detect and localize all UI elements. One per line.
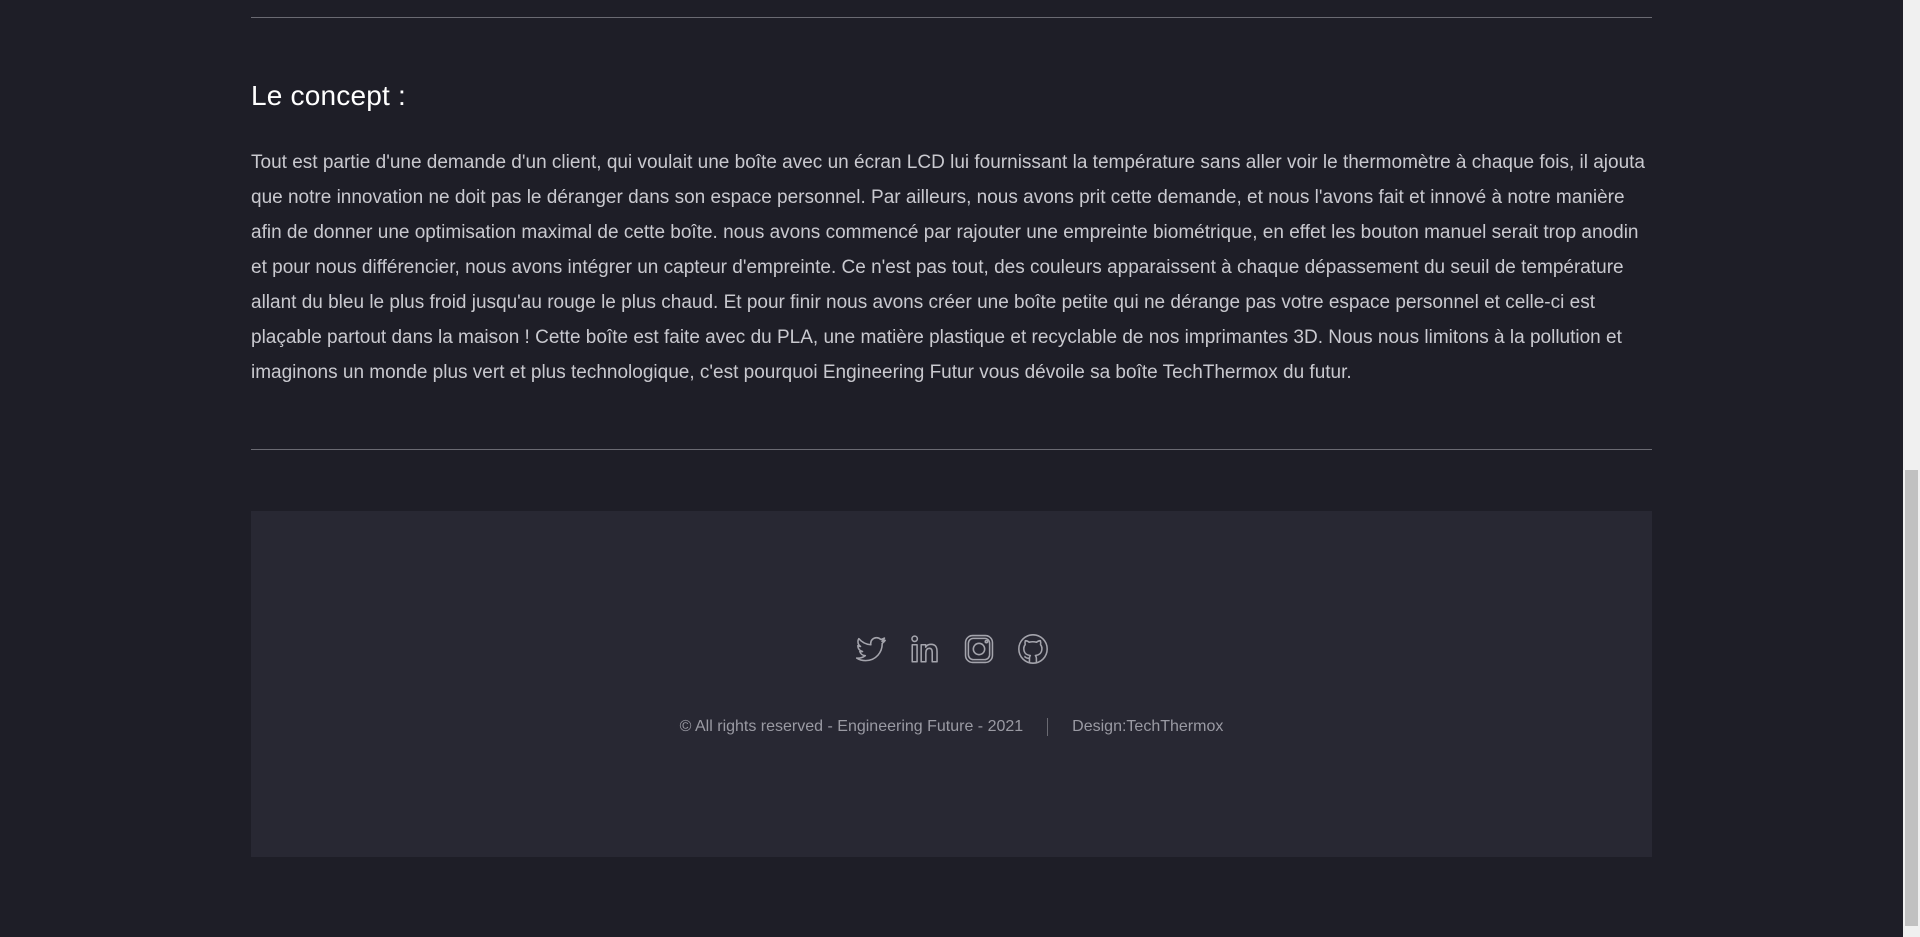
scrollbar-thumb[interactable] — [1905, 470, 1918, 926]
linkedin-link[interactable] — [907, 631, 943, 667]
vertical-scrollbar[interactable] — [1903, 0, 1920, 937]
bottom-divider — [251, 449, 1652, 450]
concept-paragraph: Tout est partie d'une demande d'un clien… — [251, 152, 1645, 383]
copyright-text: © All rights reserved - Engineering Futu… — [679, 718, 1024, 735]
footer: © All rights reserved - Engineering Futu… — [251, 511, 1652, 857]
credits-divider — [1047, 718, 1049, 736]
twitter-icon — [855, 636, 886, 662]
page: Le concept : Tout est partie d'une deman… — [0, 0, 1920, 937]
linkedin-icon — [910, 635, 938, 663]
concept-heading: Le concept : — [251, 80, 406, 111]
github-icon — [1017, 634, 1048, 664]
footer-credits: © All rights reserved - Engineering Futu… — [251, 718, 1652, 736]
top-divider — [251, 17, 1652, 18]
design-credit-link[interactable]: Design:TechThermox — [1072, 718, 1223, 736]
github-link[interactable] — [1015, 631, 1051, 667]
twitter-link[interactable] — [853, 631, 889, 667]
instagram-icon — [964, 634, 993, 664]
social-links — [251, 631, 1652, 667]
instagram-link[interactable] — [961, 631, 997, 667]
